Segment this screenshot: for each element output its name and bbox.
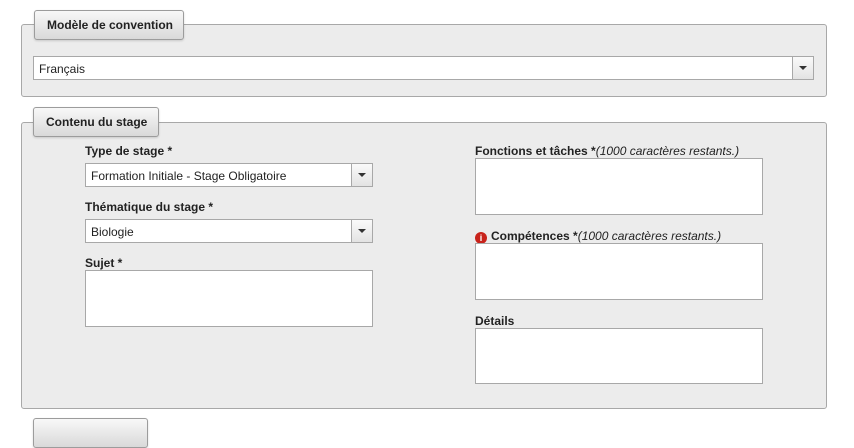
competences-label: i Compétences *(1000 caractères restants.… xyxy=(475,229,721,244)
chevron-down-icon[interactable] xyxy=(792,57,813,79)
language-select-value: Français xyxy=(39,62,86,76)
fonctions-label: Fonctions et tâches *(1000 caractères re… xyxy=(475,144,739,158)
type-stage-select[interactable]: Formation Initiale - Stage Obligatoire xyxy=(85,163,373,187)
thematique-value: Biologie xyxy=(91,225,134,239)
fonctions-label-text: Fonctions et tâches * xyxy=(475,144,596,158)
thematique-label: Thématique du stage * xyxy=(85,200,214,214)
type-stage-label: Type de stage * xyxy=(85,144,173,158)
competences-textarea[interactable] xyxy=(475,243,763,300)
next-section-legend xyxy=(33,418,148,448)
details-label: Détails xyxy=(475,314,515,328)
type-stage-value: Formation Initiale - Stage Obligatoire xyxy=(91,169,287,183)
competences-hint: (1000 caractères restants.) xyxy=(577,229,722,243)
competences-label-text: Compétences * xyxy=(491,229,578,243)
contenu-legend: Contenu du stage xyxy=(33,107,159,137)
language-select[interactable]: Français xyxy=(33,56,814,80)
fonctions-textarea[interactable] xyxy=(475,158,763,215)
convention-legend: Modèle de convention xyxy=(34,10,184,40)
sujet-textarea[interactable] xyxy=(85,270,373,327)
details-textarea[interactable] xyxy=(475,328,763,384)
sujet-label: Sujet * xyxy=(85,256,123,270)
thematique-select[interactable]: Biologie xyxy=(85,219,373,243)
chevron-down-icon[interactable] xyxy=(351,220,372,242)
chevron-down-icon[interactable] xyxy=(351,164,372,186)
fonctions-hint: (1000 caractères restants.) xyxy=(595,144,740,158)
